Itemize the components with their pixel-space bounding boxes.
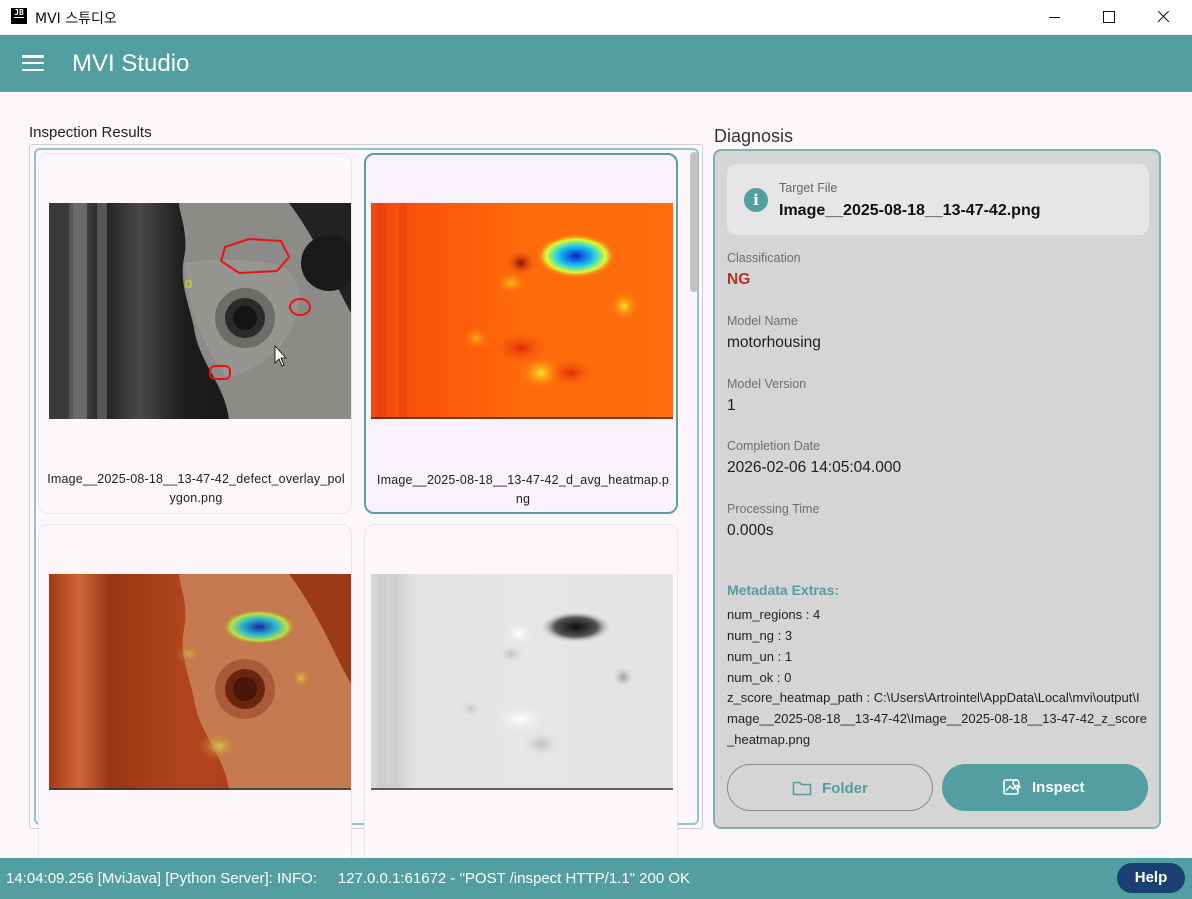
processing-time-value: 0.000s — [727, 522, 774, 539]
close-window-button[interactable] — [1136, 0, 1190, 35]
result-card-defect-overlay[interactable]: Image__2025-08-18__13-47-42_defect_overl… — [38, 153, 352, 514]
results-section-title: Inspection Results — [29, 124, 152, 141]
processing-time-label: Processing Time — [727, 502, 820, 516]
status-bar: 14:04:09.256 [MviJava] [Python Server]: … — [0, 858, 1192, 899]
result-card-heatmap-overlay[interactable] — [38, 524, 352, 885]
folder-button-label: Folder — [822, 780, 868, 797]
completion-date-value: 2026-02-06 14:05:04.000 — [727, 459, 902, 476]
info-icon: i — [744, 188, 768, 212]
app-bar: MVI Studio — [0, 35, 1192, 92]
heatmap-thumbnail — [371, 203, 673, 419]
grayscale-thumbnail — [371, 574, 673, 790]
diagnosis-panel: i Target File Image__2025-08-18__13-47-4… — [713, 149, 1161, 829]
model-name-label: Model Name — [727, 314, 798, 328]
metadata-line: num_un : 1 — [727, 649, 793, 664]
metadata-line: num_ng : 3 — [727, 628, 793, 643]
defect-overlay-thumbnail — [49, 203, 351, 419]
result-card-heatmap[interactable]: Image__2025-08-18__13-47-42_d_avg_heatma… — [364, 153, 678, 514]
classification-value: NG — [727, 271, 751, 288]
model-version-value: 1 — [727, 397, 736, 414]
classification-label: Classification — [727, 251, 801, 265]
help-button[interactable]: Help — [1117, 863, 1185, 893]
metadata-heatmap-path: z_score_heatmap_path : C:\Users\Artroint… — [727, 690, 1147, 747]
heatmap-overlay-thumbnail — [49, 574, 351, 790]
window-title: MVI 스튜디오 — [35, 11, 117, 27]
completion-date-label: Completion Date — [727, 439, 821, 453]
results-scrollbar[interactable] — [690, 152, 698, 292]
app-logo-icon: JB — [11, 8, 27, 24]
metadata-line: num_ok : 0 — [727, 670, 792, 685]
inspect-button-label: Inspect — [1032, 779, 1085, 796]
folder-button[interactable]: Folder — [727, 764, 933, 811]
window-titlebar: JB MVI 스튜디오 — [0, 0, 1192, 35]
target-file-label: Target File — [779, 181, 838, 195]
card-caption: Image__2025-08-18__13-47-42_defect_overl… — [47, 472, 345, 505]
metadata-extras-title: Metadata Extras: — [727, 582, 840, 598]
model-version-label: Model Version — [727, 377, 807, 391]
app-title: MVI Studio — [72, 50, 190, 77]
status-log-text: 14:04:09.256 [MviJava] [Python Server]: … — [6, 870, 691, 887]
inspect-button[interactable]: Inspect — [942, 764, 1148, 811]
diagnosis-title: Diagnosis — [714, 126, 794, 146]
model-name-value: motorhousing — [727, 334, 821, 351]
hamburger-menu-icon[interactable] — [22, 55, 46, 73]
card-caption: Image__2025-08-18__13-47-42_d_avg_heatma… — [376, 473, 670, 506]
maximize-button[interactable] — [1082, 0, 1136, 35]
result-card-grayscale[interactable] — [364, 524, 678, 885]
image-search-icon — [1003, 779, 1022, 795]
folder-icon — [792, 781, 812, 796]
minimize-button[interactable] — [1028, 0, 1082, 35]
target-file-card: i Target File Image__2025-08-18__13-47-4… — [727, 164, 1149, 235]
target-file-value: Image__2025-08-18__13-47-42.png — [779, 202, 1041, 219]
metadata-line: num_regions : 4 — [727, 607, 821, 622]
